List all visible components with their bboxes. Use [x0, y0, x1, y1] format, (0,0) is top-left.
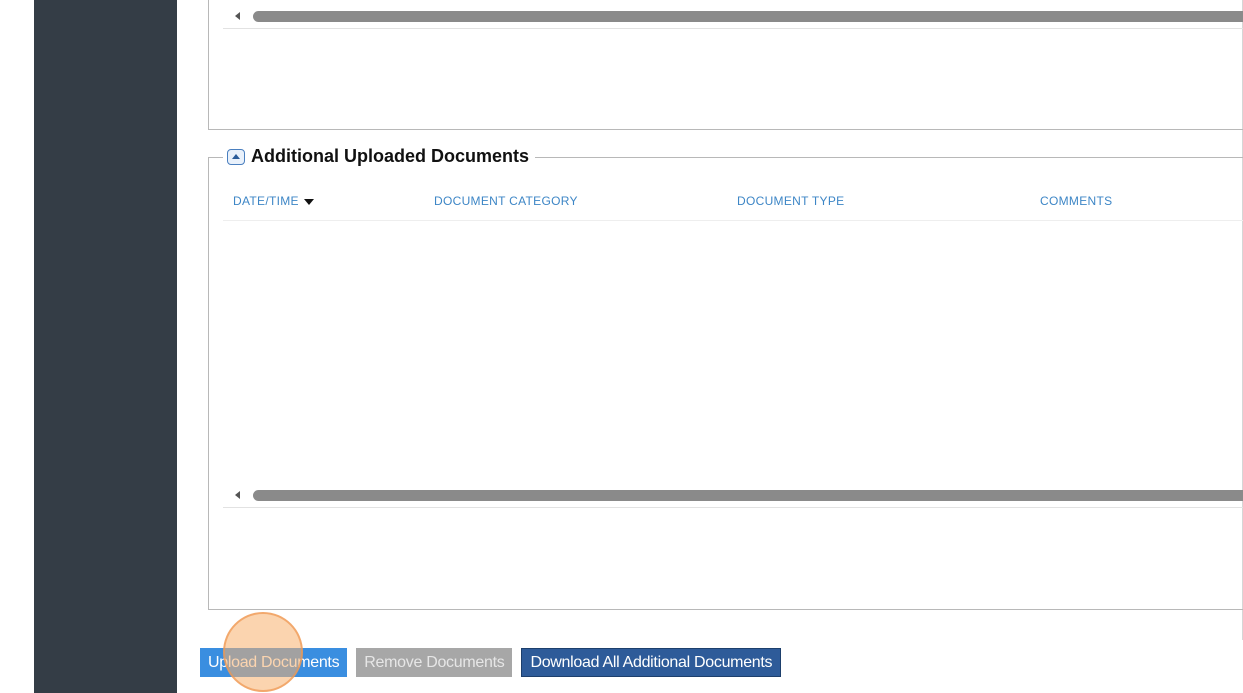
upload-documents-button[interactable]: Upload Documents: [200, 648, 348, 677]
remove-documents-button[interactable]: Remove Documents: [356, 648, 513, 677]
column-header-datetime[interactable]: DATE/TIME: [233, 194, 314, 208]
scrollbar-thumb[interactable]: [253, 11, 1243, 22]
additional-documents-section: Additional Uploaded Documents DATE/TIME …: [208, 146, 1243, 610]
previous-documents-panel: [208, 0, 1243, 130]
documents-grid-header: DATE/TIME DOCUMENT CATEGORY DOCUMENT TYP…: [223, 186, 1243, 221]
download-all-documents-button[interactable]: Download All Additional Documents: [521, 648, 782, 677]
column-header-comments[interactable]: COMMENTS: [1040, 194, 1112, 208]
chevron-up-icon[interactable]: [227, 148, 245, 165]
horizontal-scrollbar[interactable]: [223, 6, 1243, 29]
sidebar-edge: [0, 0, 34, 693]
column-header-document-type[interactable]: DOCUMENT TYPE: [737, 194, 844, 208]
scroll-left-arrow-icon[interactable]: [235, 12, 240, 20]
section-legend: Additional Uploaded Documents: [223, 146, 536, 167]
scrollbar-thumb[interactable]: [253, 490, 1243, 501]
documents-grid-body: [223, 221, 1243, 485]
sort-descending-icon: [303, 198, 314, 205]
column-header-document-category[interactable]: DOCUMENT CATEGORY: [434, 194, 578, 208]
scroll-left-arrow-icon[interactable]: [235, 491, 240, 499]
document-actions-toolbar: Upload Documents Remove Documents Downlo…: [200, 648, 782, 677]
main-content: Additional Uploaded Documents DATE/TIME …: [177, 0, 1243, 693]
left-sidebar: [0, 0, 177, 693]
grid-horizontal-scrollbar[interactable]: [223, 485, 1243, 508]
section-title: Additional Uploaded Documents: [251, 146, 530, 166]
